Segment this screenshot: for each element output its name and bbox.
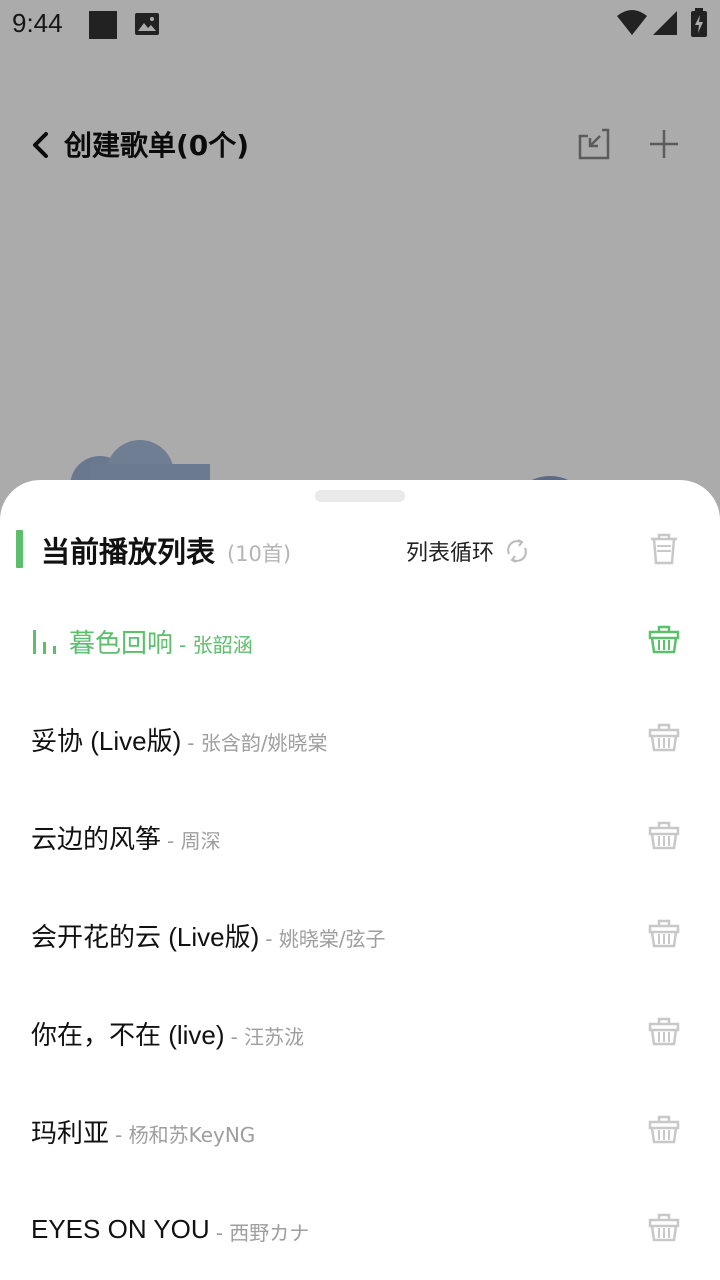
basket-icon[interactable]: [648, 1114, 680, 1144]
accent-bar: [16, 530, 23, 568]
song-list: 暮色回响 - 张韶涵 妥协 (Live版) - 张含韵/姚晓棠 云边的风筝 - …: [0, 592, 720, 1278]
song-count: (10首): [227, 542, 292, 566]
basket-icon[interactable]: [648, 1016, 680, 1046]
basket-icon[interactable]: [648, 918, 680, 948]
song-text: 会开花的云 (Live版) - 姚晓棠/弦子: [31, 886, 386, 984]
play-mode-button[interactable]: 列表循环: [406, 536, 531, 566]
basket-icon[interactable]: [648, 1212, 680, 1242]
song-artist: - 周深: [167, 828, 221, 853]
song-text: 暮色回响 - 张韶涵: [31, 592, 253, 690]
song-name: 妥协 (Live版): [31, 725, 182, 756]
sheet-title: 当前播放列表: [41, 535, 216, 569]
song-text: 云边的风筝 - 周深: [31, 788, 221, 886]
song-text: 玛利亚 - 杨和苏KeyNG: [31, 1082, 255, 1180]
song-row[interactable]: 妥协 (Live版) - 张含韵/姚晓棠: [0, 690, 720, 788]
playlist-sheet: 当前播放列表 (10首) 列表循环 暮色回响 - 张韶涵 妥协 (Live版) …: [0, 480, 720, 1280]
song-artist: - 张韶涵: [179, 632, 253, 657]
basket-icon[interactable]: [648, 722, 680, 752]
song-row[interactable]: 玛利亚 - 杨和苏KeyNG: [0, 1082, 720, 1180]
song-row[interactable]: EYES ON YOU - 西野カナ: [0, 1180, 720, 1278]
sheet-header: 当前播放列表 (10首) 列表循环: [0, 526, 720, 574]
drag-handle[interactable]: [315, 490, 405, 502]
song-name: EYES ON YOU: [31, 1213, 210, 1244]
song-artist: - 杨和苏KeyNG: [115, 1122, 256, 1147]
song-text: 妥协 (Live版) - 张含韵/姚晓棠: [31, 690, 328, 788]
song-text: 你在，不在 (live) - 汪苏泷: [31, 984, 304, 1082]
equalizer-icon: [33, 630, 56, 654]
song-name: 云边的风筝: [31, 823, 162, 854]
song-name: 你在，不在 (live): [31, 1019, 225, 1050]
play-mode-label: 列表循环: [406, 541, 495, 566]
basket-icon[interactable]: [648, 820, 680, 850]
song-artist: - 西野カナ: [215, 1220, 310, 1245]
song-name: 暮色回响: [69, 627, 174, 658]
song-artist: - 张含韵/姚晓棠: [187, 730, 328, 755]
loop-icon: [507, 539, 527, 563]
song-row[interactable]: 你在，不在 (live) - 汪苏泷: [0, 984, 720, 1082]
song-row[interactable]: 云边的风筝 - 周深: [0, 788, 720, 886]
song-row[interactable]: 会开花的云 (Live版) - 姚晓棠/弦子: [0, 886, 720, 984]
song-text: EYES ON YOU - 西野カナ: [31, 1180, 309, 1278]
basket-icon[interactable]: [648, 624, 680, 654]
song-name: 会开花的云 (Live版): [31, 921, 260, 952]
trash-icon[interactable]: [648, 532, 680, 566]
song-artist: - 姚晓棠/弦子: [265, 926, 386, 951]
song-name: 玛利亚: [31, 1117, 110, 1148]
song-row[interactable]: 暮色回响 - 张韶涵: [0, 592, 720, 690]
song-artist: - 汪苏泷: [230, 1024, 305, 1049]
